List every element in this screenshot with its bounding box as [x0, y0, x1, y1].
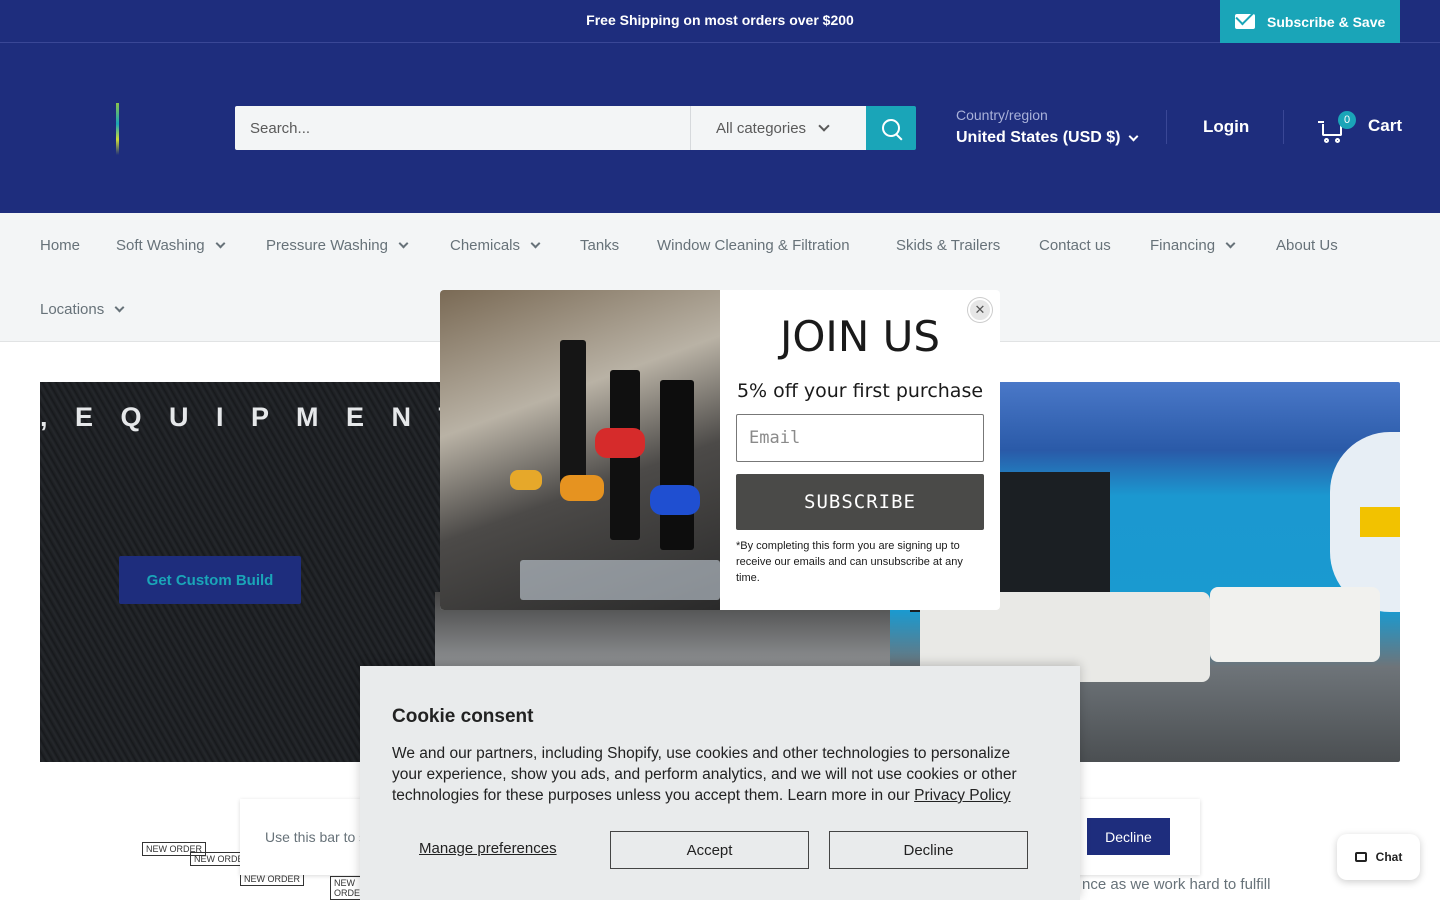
- cookie-consent-banner: Cookie consent We and our partners, incl…: [360, 666, 1080, 900]
- category-select[interactable]: All categories: [690, 106, 866, 150]
- nav-item-financing[interactable]: Financing: [1150, 237, 1236, 254]
- chevron-down-icon: [530, 238, 541, 249]
- cookie-title: Cookie consent: [392, 706, 534, 727]
- popup-subtitle: 5% off your first purchase: [736, 380, 984, 402]
- nav-label: About Us: [1276, 237, 1338, 254]
- fitting-image: [560, 340, 586, 490]
- chevron-down-icon: [215, 238, 226, 249]
- search-button[interactable]: [866, 106, 916, 150]
- chevron-down-icon: [114, 302, 125, 313]
- fulfill-text: nce as we work hard to fulfill: [1082, 876, 1271, 893]
- nav-item-home[interactable]: Home: [40, 237, 80, 254]
- manage-preferences-link[interactable]: Manage preferences: [419, 840, 557, 857]
- search-input[interactable]: [235, 106, 690, 150]
- nav-label: Window Cleaning & Filtration: [657, 237, 850, 254]
- popup-product-image: [440, 290, 720, 610]
- newsletter-popup: ✕ JOIN US 5% off your first purchase SUB…: [440, 290, 1000, 610]
- mail-icon: [1235, 14, 1255, 29]
- get-custom-build-button[interactable]: Get Custom Build: [119, 556, 301, 604]
- fitting-image: [660, 380, 694, 550]
- nav-label: Locations: [40, 301, 105, 318]
- nav-label: Skids & Trailers: [896, 237, 1001, 254]
- country-value: United States (USD $): [956, 129, 1121, 146]
- chevron-down-icon: [818, 120, 830, 132]
- tank-image: [1210, 587, 1380, 662]
- subscribe-save-button[interactable]: Subscribe & Save: [1220, 0, 1400, 43]
- country-label: Country/region: [956, 107, 1048, 123]
- site-header: All categories Country/region United Sta…: [0, 43, 1440, 213]
- divider: [1166, 110, 1167, 144]
- nav-item-pressure-washing[interactable]: Pressure Washing: [266, 237, 409, 254]
- email-field[interactable]: [736, 414, 984, 462]
- chat-button[interactable]: Chat: [1337, 834, 1420, 880]
- nav-label: Pressure Washing: [266, 237, 388, 254]
- site-logo[interactable]: [116, 103, 119, 155]
- nav-item-tanks[interactable]: Tanks: [580, 237, 619, 254]
- chevron-down-icon: [398, 238, 409, 249]
- country-selector[interactable]: United States (USD $): [956, 129, 1139, 147]
- nav-label: Tanks: [580, 237, 620, 254]
- privacy-policy-link[interactable]: Privacy Policy: [914, 787, 1010, 804]
- nav-label: Home: [40, 237, 81, 254]
- chat-label: Chat: [1375, 850, 1403, 864]
- search-icon: [882, 119, 900, 137]
- popup-fine-print: *By completing this form you are signing…: [736, 540, 963, 584]
- category-select-label: All categories: [716, 119, 807, 137]
- nav-item-soft-washing[interactable]: Soft Washing: [116, 237, 226, 254]
- accept-button[interactable]: Accept: [610, 831, 809, 869]
- popup-title: JOIN US: [779, 312, 940, 361]
- privacy-bar-text: Use this bar to s: [265, 829, 367, 845]
- chevron-down-icon: [1129, 131, 1139, 141]
- decline-button[interactable]: Decline: [829, 831, 1028, 869]
- nav-label: Soft Washing: [116, 237, 205, 254]
- nav-item-locations[interactable]: Locations: [40, 301, 125, 318]
- manifold-image: [520, 560, 720, 600]
- nav-label: Contact us: [1039, 237, 1111, 254]
- nav-label: Chemicals: [450, 237, 521, 254]
- login-link[interactable]: Login: [1203, 117, 1249, 137]
- orange-valve-image: [560, 475, 604, 501]
- divider: [1283, 110, 1284, 144]
- cart-link[interactable]: 0 Cart: [1318, 109, 1402, 143]
- sign-accent-image: [1360, 507, 1400, 537]
- cart-label: Cart: [1368, 116, 1403, 135]
- subscribe-button[interactable]: SUBSCRIBE: [736, 474, 984, 530]
- nav-item-window-cleaning[interactable]: Window Cleaning & Filtration: [657, 237, 850, 254]
- announcement-bar: Free Shipping on most orders over $200 S…: [0, 0, 1440, 43]
- chevron-down-icon: [1225, 238, 1236, 249]
- orange-valve-image: [510, 470, 542, 490]
- nav-item-skids-trailers[interactable]: Skids & Trailers: [896, 237, 1000, 254]
- privacy-bar-decline-button[interactable]: Decline: [1087, 818, 1170, 855]
- cart-icon: 0: [1318, 111, 1356, 143]
- nav-item-chemicals[interactable]: Chemicals: [450, 237, 541, 254]
- cookie-text: We and our partners, including Shopify, …: [392, 743, 1042, 806]
- nav-item-about[interactable]: About Us: [1276, 237, 1338, 254]
- chat-icon: [1354, 852, 1367, 862]
- blue-valve-image: [650, 485, 700, 515]
- nav-item-contact[interactable]: Contact us: [1039, 237, 1111, 254]
- cart-count-badge: 0: [1338, 111, 1356, 129]
- nav-label: Financing: [1150, 237, 1216, 254]
- red-valve-image: [595, 428, 645, 458]
- subscribe-save-label: Subscribe & Save: [1267, 13, 1386, 30]
- search-bar: All categories: [235, 106, 916, 150]
- popup-content: ✕ JOIN US 5% off your first purchase SUB…: [720, 290, 1000, 610]
